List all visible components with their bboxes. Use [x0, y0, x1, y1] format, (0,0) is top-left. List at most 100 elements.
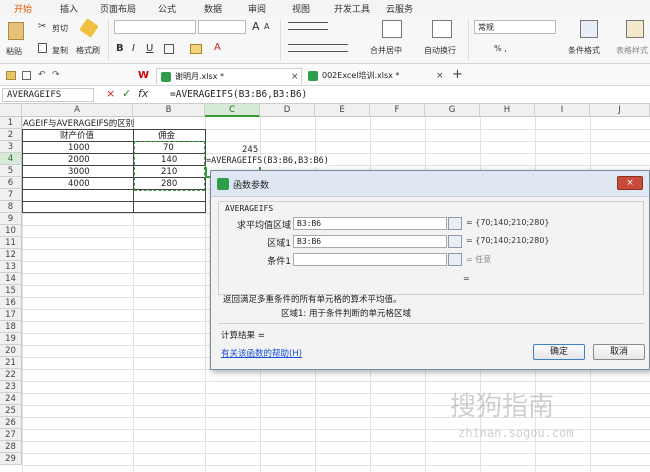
tab-formulas[interactable]: 公式: [158, 2, 176, 15]
conditional-format-icon[interactable]: [580, 20, 598, 38]
undo-icon[interactable]: ↶: [38, 70, 46, 80]
confirm-formula-button[interactable]: ✓: [122, 87, 131, 100]
row-header-20[interactable]: 20: [0, 345, 22, 357]
row-header-7[interactable]: 7: [0, 189, 22, 201]
row-header-22[interactable]: 22: [0, 369, 22, 381]
tab-data[interactable]: 数据: [204, 2, 222, 15]
wrap-text-icon[interactable]: [432, 20, 452, 38]
cell-c4[interactable]: =AVERAGEIFS(B3:B6,B3:B6): [206, 155, 329, 167]
collapse-dialog-icon[interactable]: [448, 253, 462, 266]
column-header-a[interactable]: A: [22, 104, 133, 117]
cell-b5[interactable]: 210: [161, 166, 177, 178]
dialog-close-button[interactable]: ×: [617, 176, 643, 190]
align-center-icon[interactable]: [288, 44, 348, 52]
select-all-corner[interactable]: [0, 104, 22, 117]
cell-b2[interactable]: 佣金: [158, 130, 175, 142]
row-header-19[interactable]: 19: [0, 333, 22, 345]
table-style-icon[interactable]: [626, 20, 644, 38]
collapse-dialog-icon[interactable]: [448, 235, 462, 248]
average-range-input[interactable]: B3:B6: [293, 217, 447, 230]
cell-b4[interactable]: 140: [161, 154, 177, 166]
row-header-23[interactable]: 23: [0, 381, 22, 393]
row-header-8[interactable]: 8: [0, 201, 22, 213]
dialog-title-bar[interactable]: 函数参数 ×: [211, 171, 649, 197]
column-header-i[interactable]: I: [535, 104, 590, 117]
align-top-icon[interactable]: [288, 22, 328, 30]
row-header-5[interactable]: 5: [0, 165, 22, 177]
close-tab-icon[interactable]: ×: [291, 69, 299, 85]
column-header-b[interactable]: B: [133, 104, 205, 117]
column-header-c[interactable]: C: [205, 104, 260, 117]
open-folder-icon[interactable]: [6, 71, 16, 80]
save-icon[interactable]: [22, 71, 31, 80]
cell-a5[interactable]: 3000: [68, 166, 90, 178]
tab-page-layout[interactable]: 页面布局: [100, 2, 136, 15]
conditional-format-button[interactable]: 条件格式: [568, 45, 600, 56]
row-header-9[interactable]: 9: [0, 213, 22, 225]
paste-icon[interactable]: [8, 22, 24, 40]
row-header-27[interactable]: 27: [0, 429, 22, 441]
auto-wrap-button[interactable]: 自动换行: [424, 45, 456, 56]
cell-a4[interactable]: 2000: [68, 154, 90, 166]
cell-a6[interactable]: 4000: [68, 178, 90, 190]
criteria1-input[interactable]: [293, 253, 447, 266]
cancel-button[interactable]: 取消: [593, 344, 645, 360]
paste-label[interactable]: 粘贴: [6, 46, 22, 57]
row-header-11[interactable]: 11: [0, 237, 22, 249]
row-header-6[interactable]: 6: [0, 177, 22, 189]
table-style-button[interactable]: 表格样式: [616, 45, 648, 56]
row-header-28[interactable]: 28: [0, 441, 22, 453]
row-header-14[interactable]: 14: [0, 273, 22, 285]
cancel-formula-button[interactable]: ×: [106, 87, 115, 100]
row-header-24[interactable]: 24: [0, 393, 22, 405]
cell-a1[interactable]: AGEIF与AVERAGEIFS的区别: [23, 118, 134, 130]
new-tab-button[interactable]: +: [452, 67, 463, 82]
row-header-10[interactable]: 10: [0, 225, 22, 237]
column-header-f[interactable]: F: [370, 104, 425, 117]
font-grow-button[interactable]: A: [252, 20, 260, 33]
percent-comma-buttons[interactable]: % ,: [494, 44, 507, 53]
cell-a3[interactable]: 1000: [68, 142, 90, 154]
row-header-21[interactable]: 21: [0, 357, 22, 369]
row-header-16[interactable]: 16: [0, 297, 22, 309]
row-header-3[interactable]: 3: [0, 141, 22, 153]
row-header-18[interactable]: 18: [0, 321, 22, 333]
bold-button[interactable]: B: [116, 43, 124, 54]
border-icon[interactable]: [164, 44, 174, 54]
cell-a2[interactable]: 财产价值: [60, 130, 94, 142]
tab-insert[interactable]: 插入: [60, 2, 78, 15]
row-header-1[interactable]: 1: [0, 117, 22, 129]
collapse-dialog-icon[interactable]: [448, 217, 462, 230]
tab-cloud[interactable]: 云服务: [386, 2, 413, 15]
font-size-select[interactable]: [198, 20, 246, 34]
column-header-h[interactable]: H: [480, 104, 535, 117]
font-shrink-button[interactable]: A: [264, 22, 269, 31]
row-header-2[interactable]: 2: [0, 129, 22, 141]
column-header-j[interactable]: J: [590, 104, 650, 117]
redo-icon[interactable]: ↷: [52, 70, 60, 80]
font-color-icon[interactable]: A: [214, 42, 221, 53]
close-tab-icon[interactable]: ×: [436, 68, 444, 84]
brush-icon[interactable]: [79, 18, 99, 38]
cut-button[interactable]: 剪切: [52, 23, 68, 34]
copy-button[interactable]: 复制: [52, 45, 68, 56]
cell-b3[interactable]: 70: [163, 142, 174, 154]
doc-tab-active[interactable]: 谢明月.xlsx * ×: [156, 68, 302, 84]
row-header-13[interactable]: 13: [0, 261, 22, 273]
ok-button[interactable]: 确定: [533, 344, 585, 360]
format-painter-button[interactable]: 格式刷: [76, 45, 100, 56]
row-header-4[interactable]: 4: [0, 153, 22, 165]
number-format-select[interactable]: 常规: [474, 20, 556, 34]
formula-input[interactable]: =AVERAGEIFS(B3:B6,B3:B6): [170, 89, 307, 100]
cell-b6[interactable]: 280: [161, 178, 177, 190]
row-header-17[interactable]: 17: [0, 309, 22, 321]
fill-color-icon[interactable]: [190, 44, 202, 54]
merge-center-icon[interactable]: [382, 20, 402, 38]
underline-button[interactable]: U: [146, 43, 153, 54]
row-header-29[interactable]: 29: [0, 453, 22, 465]
criteria-range1-input[interactable]: B3:B6: [293, 235, 447, 248]
tab-review[interactable]: 审阅: [248, 2, 266, 15]
row-header-25[interactable]: 25: [0, 405, 22, 417]
tab-developer[interactable]: 开发工具: [334, 2, 370, 15]
row-header-12[interactable]: 12: [0, 249, 22, 261]
